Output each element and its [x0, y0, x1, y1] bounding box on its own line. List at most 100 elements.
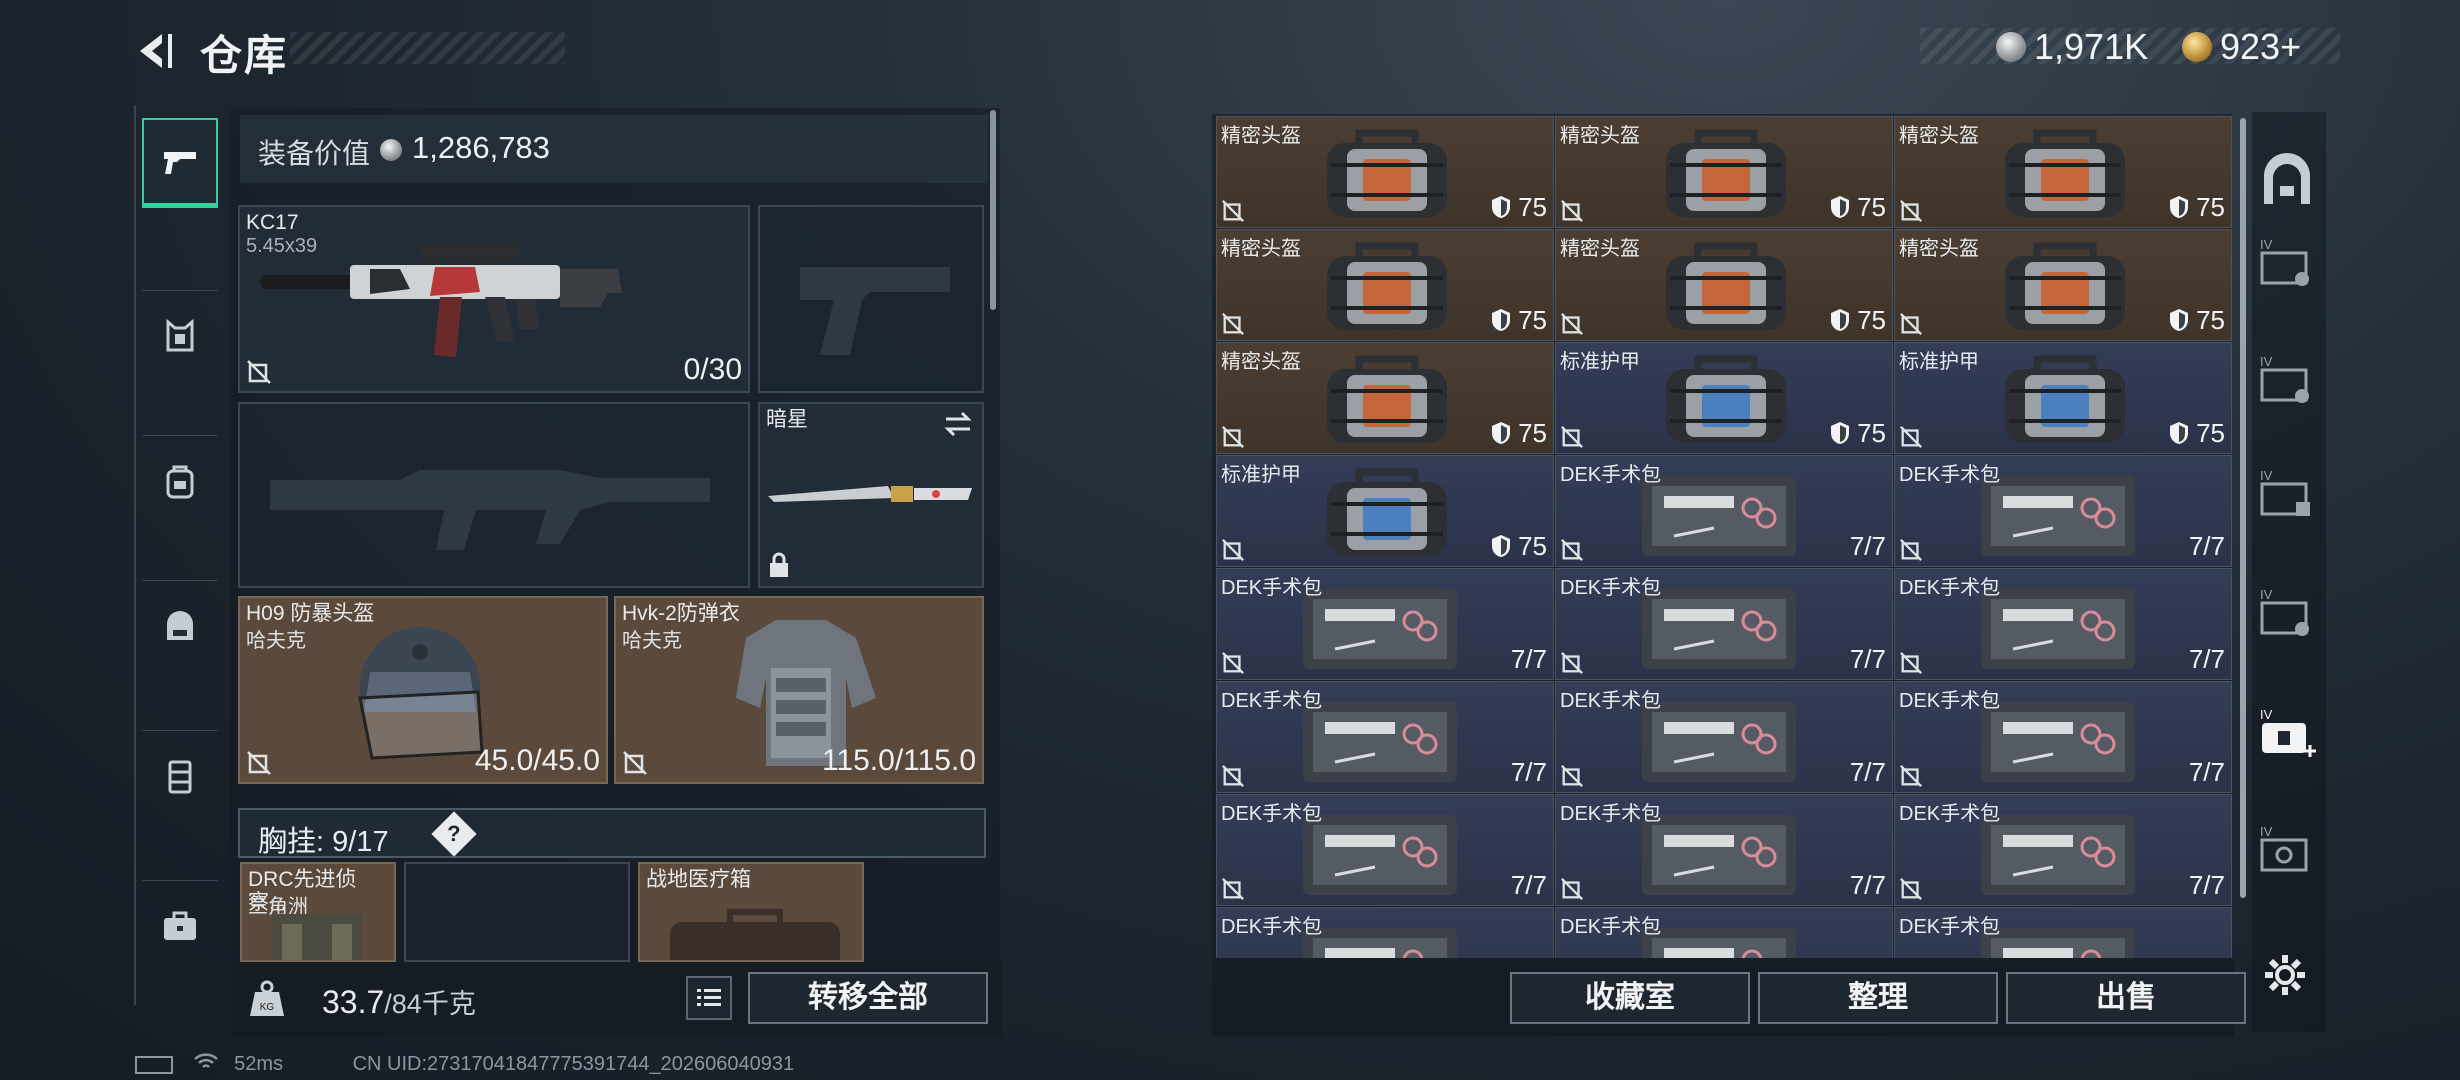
inventory-item[interactable]: DEK手术包 7/7 [1216, 568, 1554, 680]
swap-icon[interactable] [942, 410, 974, 438]
inventory-item[interactable]: DEK手术包 7/7 [1216, 794, 1554, 906]
item-name: 精密头盔 [1899, 238, 1979, 260]
item-name: DEK手术包 [1560, 916, 1662, 938]
silver-currency[interactable]: 1,971K [1996, 26, 2148, 68]
status-bar: 52ms CN UID:27317041847775391744_2026060… [135, 1052, 794, 1078]
inventory-item[interactable]: DEK手术包 [1216, 907, 1554, 958]
inventory-item[interactable]: DEK手术包 7/7 [1216, 681, 1554, 793]
no-drop-icon [1900, 200, 1922, 222]
item-name: DEK手术包 [1899, 916, 2001, 938]
shield-icon [2170, 422, 2189, 444]
melee-slot[interactable]: 暗星 [758, 402, 984, 588]
helmet-slot[interactable]: H09 防暴头盔 哈夫克 45.0/45.0 [238, 596, 608, 784]
inventory-item[interactable]: DEK手术包 [1894, 907, 2232, 958]
bag-icon [167, 610, 193, 640]
armor-case-image [1666, 355, 1786, 443]
help-button[interactable]: ? [431, 811, 477, 857]
equipment-scrollbar[interactable] [990, 110, 996, 310]
warehouse-icon[interactable] [2256, 150, 2318, 212]
tab-backpack-light[interactable] [142, 435, 218, 525]
secondary-rifle-slot[interactable] [238, 402, 750, 588]
tab-chest-rig[interactable] [142, 290, 218, 380]
inventory-item[interactable]: DEK手术包 7/7 [1894, 794, 2232, 906]
no-drop-icon [247, 360, 271, 384]
no-drop-icon [1222, 200, 1244, 222]
inventory-item[interactable]: 精密头盔 75 [1894, 229, 2232, 341]
helmet-case-image [1327, 129, 1447, 217]
inventory-item[interactable]: 标准护甲 75 [1894, 342, 2232, 454]
inventory-item[interactable]: DEK手术包 7/7 [1555, 455, 1893, 567]
storage-expansion-5-icon[interactable]: IV [2256, 822, 2318, 884]
collection-room-button[interactable]: 收藏室 [1510, 972, 1750, 1024]
item-value: 75 [2168, 192, 2225, 223]
backpack-icon [166, 465, 194, 498]
inventory-item[interactable]: DEK手术包 7/7 [1894, 681, 2232, 793]
inventory-item[interactable]: 精密头盔 75 [1216, 229, 1554, 341]
rifle-image [260, 241, 622, 357]
inventory-grid: 精密头盔 75 精密头盔 75 精密头盔 75 精密头盔 75 精密头盔 75 精密头盔 75 精密头盔… [1216, 116, 2232, 958]
tab-safebox[interactable] [142, 880, 218, 970]
helmet-case-image [1327, 355, 1447, 443]
inventory-item[interactable]: DEK手术包 [1555, 907, 1893, 958]
inventory-item[interactable]: DEK手术包 7/7 [1894, 455, 2232, 567]
storage-expansion-3-icon[interactable]: IV [2256, 466, 2318, 528]
back-arrow-icon[interactable] [130, 28, 176, 74]
item-name: DEK手术包 [1899, 803, 2001, 825]
list-icon [697, 989, 721, 1006]
no-drop-icon [1222, 426, 1244, 448]
gold-amount: 923+ [2220, 26, 2302, 67]
silver-coin-icon [380, 139, 402, 161]
item-name: 标准护甲 [1221, 464, 1301, 486]
item-name: 精密头盔 [1221, 125, 1301, 147]
sell-button[interactable]: 出售 [2006, 972, 2246, 1024]
helmet-case-image [1666, 129, 1786, 217]
item-name: 精密头盔 [1560, 238, 1640, 260]
inventory-item[interactable]: 标准护甲 75 [1555, 342, 1893, 454]
item-name: 精密头盔 [1221, 351, 1301, 373]
inventory-item[interactable]: 精密头盔 75 [1216, 342, 1554, 454]
item-name: DEK手术包 [1560, 803, 1662, 825]
medical-storage-icon[interactable]: IV [2256, 705, 2318, 767]
item-value: 7/7 [2188, 644, 2225, 674]
inventory-item[interactable]: 精密头盔 75 [1216, 116, 1554, 228]
no-drop-icon [1561, 313, 1583, 335]
chest-item-empty[interactable] [404, 862, 630, 962]
tab-weapons[interactable] [142, 118, 218, 208]
chest-item-name: 战地医疗箱 [646, 868, 751, 891]
inventory-item[interactable]: 精密头盔 75 [1894, 116, 2232, 228]
inventory-item[interactable]: 精密头盔 75 [1555, 229, 1893, 341]
transfer-all-button[interactable]: 转移全部 [748, 972, 988, 1024]
primary-weapon-slot[interactable]: KC17 5.45x39 0/30 [238, 205, 750, 393]
list-view-button[interactable] [686, 976, 732, 1020]
inventory-item[interactable]: DEK手术包 7/7 [1555, 794, 1893, 906]
helmet-brand: 哈夫克 [246, 630, 306, 652]
settings-gear-icon[interactable] [2262, 952, 2308, 998]
helmet-case-image [1327, 242, 1447, 330]
item-value: 7/7 [2188, 870, 2225, 900]
storage-expansion-4-icon[interactable]: IV [2256, 585, 2318, 647]
helmet-case-image [2005, 242, 2125, 330]
chest-rig-bar: 胸挂: 9/17 ? [238, 808, 986, 858]
storage-expansion-2-icon[interactable]: IV [2256, 352, 2318, 414]
inventory-item[interactable]: DEK手术包 7/7 [1555, 568, 1893, 680]
gold-currency[interactable]: 923+ [2182, 26, 2301, 68]
inventory-item[interactable]: DEK手术包 7/7 [1894, 568, 2232, 680]
inventory-item[interactable]: DEK手术包 7/7 [1555, 681, 1893, 793]
inventory-item[interactable]: 标准护甲 75 [1216, 455, 1554, 567]
inventory-item[interactable]: 精密头盔 75 [1555, 116, 1893, 228]
storage-expansion-1-icon[interactable]: IV [2256, 235, 2318, 297]
organize-button[interactable]: 整理 [1758, 972, 1998, 1024]
tab-backpack[interactable] [142, 580, 218, 670]
svg-text:KG: KG [260, 1002, 275, 1013]
tab-container[interactable] [142, 730, 218, 820]
shield-icon [1492, 309, 1511, 331]
item-name: DEK手术包 [1560, 690, 1662, 712]
no-drop-icon [1561, 878, 1583, 900]
svg-text:IV: IV [2260, 587, 2273, 602]
chest-item[interactable]: 战地医疗箱 [638, 862, 864, 962]
inventory-scrollbar[interactable] [2240, 118, 2246, 898]
secondary-weapon-slot[interactable] [758, 205, 984, 393]
vest-image [272, 914, 362, 960]
chest-item[interactable]: DRC先进侦察... 三角洲 [240, 862, 396, 962]
armor-slot[interactable]: Hvk-2防弹衣 哈夫克 115.0/115.0 [614, 596, 984, 784]
